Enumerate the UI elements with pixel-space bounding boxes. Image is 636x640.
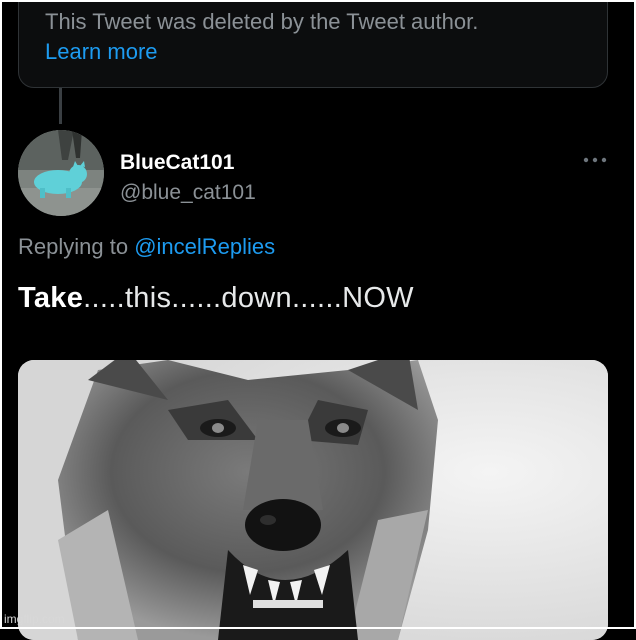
avatar[interactable] — [18, 130, 104, 216]
tweet-text-rest: .....this......down......NOW — [83, 282, 414, 314]
deleted-tweet-notice: This Tweet was deleted by the Tweet auth… — [18, 0, 608, 88]
user-handle[interactable]: @blue_cat101 — [120, 180, 256, 206]
snarling-wolf-image — [18, 360, 608, 640]
tweet-text: Take.....this......down......NOW — [18, 280, 414, 316]
thread-connector-line — [59, 88, 62, 124]
tweet-text-bold: Take — [18, 282, 84, 314]
replying-to-label: Replying to — [18, 234, 129, 259]
replying-to-mention-link[interactable]: @incelReplies — [134, 234, 275, 259]
learn-more-link[interactable]: Learn more — [45, 37, 607, 67]
more-horizontal-icon[interactable] — [580, 150, 610, 170]
blue-cat-avatar-image — [18, 130, 104, 216]
imgflip-watermark: imgflip.com — [4, 612, 65, 626]
display-name[interactable]: BlueCat101 — [120, 150, 234, 176]
tweet-media-image[interactable] — [18, 360, 608, 640]
deleted-tweet-text: This Tweet was deleted by the Tweet auth… — [45, 9, 479, 34]
replying-to-line: Replying to @incelReplies — [18, 233, 275, 261]
